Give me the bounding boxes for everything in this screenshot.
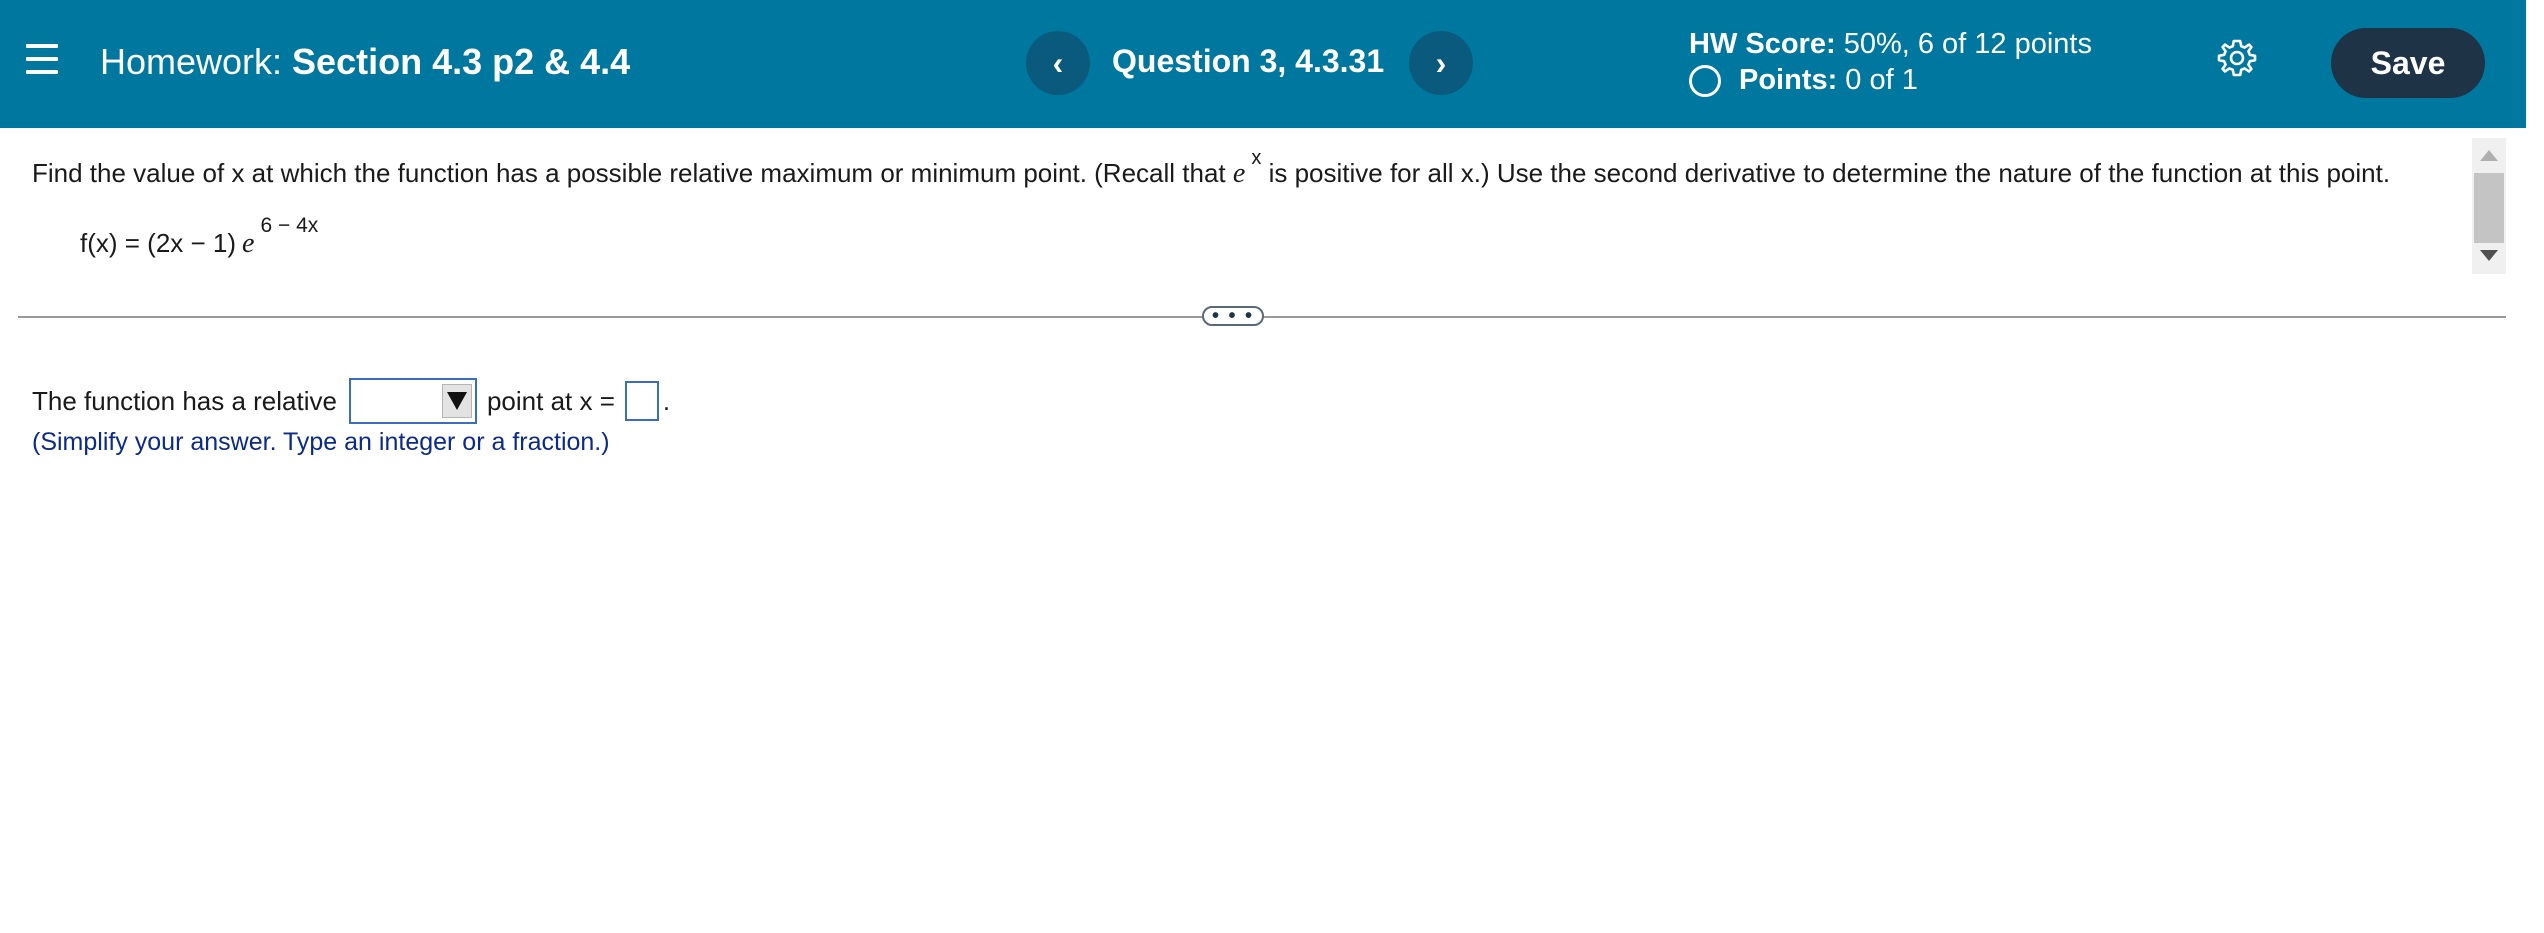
answer-text-before: The function has a relative [32, 385, 337, 416]
homework-name: Section 4.3 p2 & 4.4 [292, 41, 631, 82]
e-exponent: x [1251, 147, 1262, 169]
question-label: Question 3, 4.3.31 [1112, 43, 1385, 79]
next-question-button[interactable]: › [1409, 31, 1473, 95]
homework-title: Homework: Section 4.3 p2 & 4.4 [100, 41, 630, 83]
question-scrollbar[interactable] [2472, 138, 2506, 274]
function-e-symbol: e [242, 228, 255, 259]
triangle-down-icon [446, 392, 467, 410]
gear-icon[interactable] [2217, 38, 2257, 78]
answer-period: . [662, 385, 671, 416]
points-value: 0 of 1 [1845, 64, 1918, 96]
hw-score-label: HW Score: [1689, 28, 1836, 60]
pane-divider-handle[interactable]: • • • [1202, 306, 1264, 326]
scroll-up-arrow-icon[interactable] [2480, 150, 2498, 161]
function-expression: f(x) = (2x − 1) e6 − 4x [80, 214, 318, 260]
top-header: Homework: Section 4.3 p2 & 4.4 ‹ Question… [0, 0, 2526, 128]
answer-hint: (Simplify your answer. Type an integer o… [32, 428, 610, 456]
answer-text-middle: point at x = [486, 385, 615, 416]
question-text-before: Find the value of x at which the functio… [32, 158, 1226, 188]
question-prompt: Find the value of x at which the functio… [32, 147, 2391, 190]
dropdown-toggle[interactable] [441, 384, 472, 418]
function-exponent: 6 − 4x [260, 214, 319, 237]
hw-score-value: 50%, 6 of 12 points [1843, 28, 2092, 60]
chevron-left-icon: ‹ [1052, 44, 1064, 81]
max-min-dropdown[interactable] [348, 378, 477, 424]
points-status-circle-icon [1689, 64, 1721, 97]
homework-prefix: Homework: [100, 41, 283, 82]
hamburger-menu-icon[interactable] [26, 44, 58, 74]
hw-score: HW Score: 50%, 6 of 12 points [1689, 28, 2092, 61]
points-label: Points: [1739, 64, 1838, 96]
answer-statement: The function has a relative point at x =… [32, 378, 670, 424]
previous-question-button[interactable]: ‹ [1026, 31, 1090, 95]
question-text-after: is positive for all x.) Use the second d… [1268, 158, 2391, 188]
save-button[interactable]: Save [2331, 28, 2485, 98]
scrollbar-thumb[interactable] [2474, 173, 2504, 243]
scroll-down-arrow-icon[interactable] [2480, 250, 2498, 261]
e-symbol: e [1232, 158, 1246, 189]
x-value-input[interactable] [624, 381, 659, 421]
chevron-right-icon: › [1435, 44, 1447, 81]
points-status: Points: 0 of 1 [1689, 64, 1918, 97]
function-prefix: f(x) = (2x − 1) [80, 228, 237, 258]
